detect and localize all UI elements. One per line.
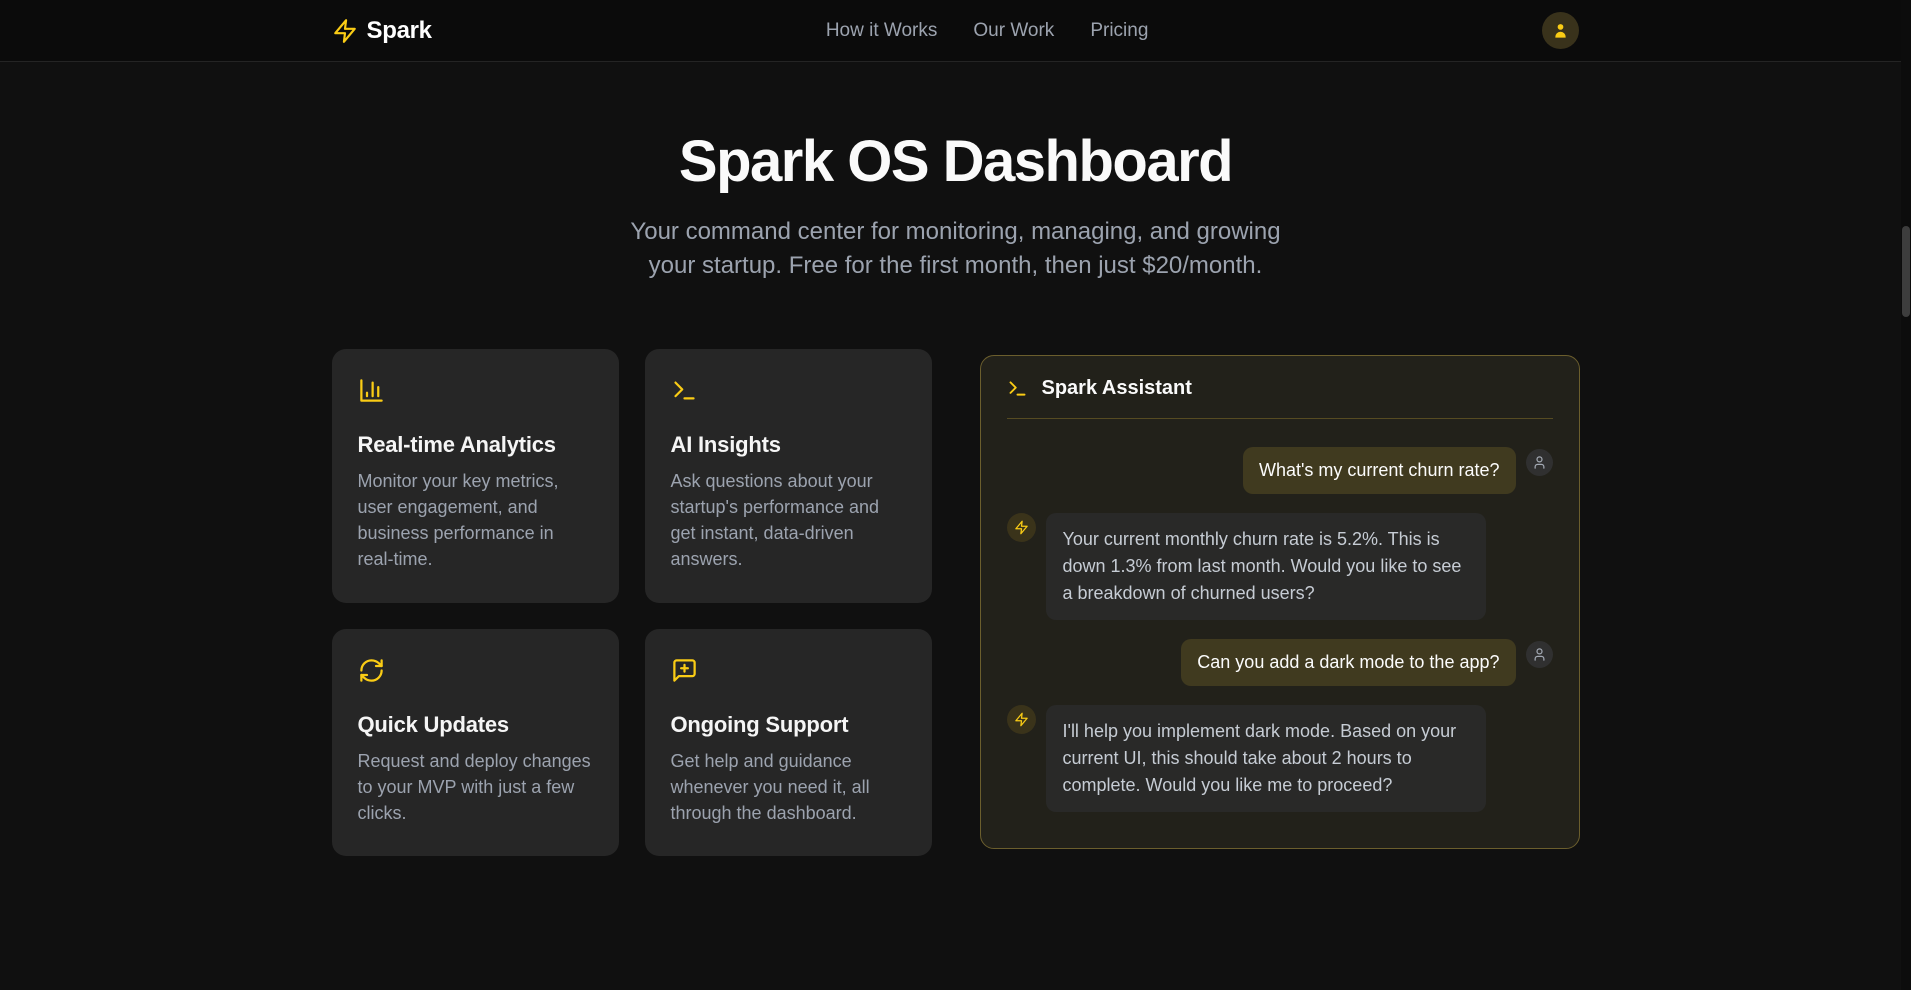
zap-icon <box>1014 520 1029 535</box>
terminal-icon <box>671 377 906 404</box>
hero-section: Spark OS Dashboard Your command center f… <box>0 62 1911 283</box>
feature-description: Monitor your key metrics, user engagemen… <box>358 468 593 572</box>
header-inner: Spark How it Works Our Work Pricing <box>316 0 1596 61</box>
logo[interactable]: Spark <box>332 17 432 45</box>
nav-link-our-work[interactable]: Our Work <box>973 20 1054 42</box>
assistant-title: Spark Assistant <box>1042 377 1192 400</box>
page-subtitle: Your command center for monitoring, mana… <box>611 215 1301 283</box>
main-nav: How it Works Our Work Pricing <box>826 20 1149 42</box>
user-filled-icon <box>1551 21 1570 40</box>
page-scrollbar-track <box>1901 0 1911 990</box>
zap-icon <box>1014 712 1029 727</box>
page-scrollbar-thumb[interactable] <box>1902 226 1910 317</box>
assistant-message-bubble: Your current monthly churn rate is 5.2%.… <box>1046 513 1486 620</box>
message-square-plus-icon <box>671 657 906 684</box>
user-icon <box>1532 455 1547 470</box>
assistant-message-list: What's my current churn rate? Your curre… <box>981 419 1579 848</box>
site-header: Spark How it Works Our Work Pricing <box>0 0 1911 62</box>
feature-description: Ask questions about your startup's perfo… <box>671 468 906 572</box>
nav-link-how-it-works[interactable]: How it Works <box>826 20 938 42</box>
feature-title: AI Insights <box>671 432 906 458</box>
feature-title: Quick Updates <box>358 712 593 738</box>
assistant-avatar <box>1007 705 1036 734</box>
user-message-bubble: Can you add a dark mode to the app? <box>1181 639 1515 686</box>
zap-icon <box>332 18 358 44</box>
account-avatar-button[interactable] <box>1542 12 1579 49</box>
feature-description: Get help and guidance whenever you need … <box>671 748 906 826</box>
assistant-message-bubble: I'll help you implement dark mode. Based… <box>1046 705 1486 812</box>
user-avatar <box>1526 641 1553 668</box>
spark-assistant-panel: Spark Assistant What's my current churn … <box>980 355 1580 849</box>
features-grid: Real-time Analytics Monitor your key met… <box>332 349 932 856</box>
user-icon <box>1532 647 1547 662</box>
feature-card-realtime-analytics: Real-time Analytics Monitor your key met… <box>332 349 619 602</box>
feature-title: Ongoing Support <box>671 712 906 738</box>
page-title: Spark OS Dashboard <box>0 128 1911 195</box>
chat-message-assistant: I'll help you implement dark mode. Based… <box>1007 705 1553 812</box>
assistant-avatar <box>1007 513 1036 542</box>
chat-message-assistant: Your current monthly churn rate is 5.2%.… <box>1007 513 1553 620</box>
main-content: Real-time Analytics Monitor your key met… <box>316 349 1596 856</box>
chat-message-user: Can you add a dark mode to the app? <box>1007 639 1553 686</box>
terminal-icon <box>1007 378 1028 399</box>
assistant-header: Spark Assistant <box>981 356 1579 418</box>
feature-card-ongoing-support: Ongoing Support Get help and guidance wh… <box>645 629 932 856</box>
bar-chart-icon <box>358 377 593 404</box>
feature-title: Real-time Analytics <box>358 432 593 458</box>
nav-link-pricing[interactable]: Pricing <box>1090 20 1148 42</box>
user-avatar <box>1526 449 1553 476</box>
logo-text: Spark <box>367 17 432 45</box>
feature-card-ai-insights: AI Insights Ask questions about your sta… <box>645 349 932 602</box>
feature-description: Request and deploy changes to your MVP w… <box>358 748 593 826</box>
feature-card-quick-updates: Quick Updates Request and deploy changes… <box>332 629 619 856</box>
chat-message-user: What's my current churn rate? <box>1007 447 1553 494</box>
refresh-icon <box>358 657 593 684</box>
user-message-bubble: What's my current churn rate? <box>1243 447 1516 494</box>
